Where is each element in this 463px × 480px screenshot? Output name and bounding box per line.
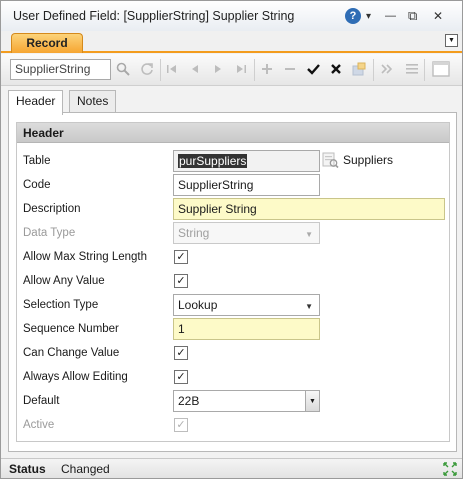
tab-content: Header Table purSuppliers Suppliers Code… xyxy=(8,112,457,452)
data-type-label: Data Type xyxy=(23,227,76,239)
table-label: Table xyxy=(23,155,51,167)
allow-max-string-length-label: Allow Max String Length xyxy=(23,251,148,263)
active-checkbox[interactable]: ✓ xyxy=(174,418,188,432)
data-type-value: String xyxy=(178,226,210,240)
can-change-value-label: Can Change Value xyxy=(23,347,120,359)
active-label: Active xyxy=(23,419,55,431)
description-label: Description xyxy=(23,203,81,215)
chevron-down-icon: ▼ xyxy=(305,302,313,311)
description-input[interactable]: Supplier String xyxy=(173,198,445,220)
table-field[interactable]: purSuppliers xyxy=(173,150,320,172)
allow-any-value-checkbox[interactable]: ✓ xyxy=(174,274,188,288)
selection-type-select[interactable]: Lookup ▼ xyxy=(173,294,320,316)
resize-grip-icon[interactable] xyxy=(442,461,458,477)
code-label: Code xyxy=(23,179,51,191)
title-bar: User Defined Field: [SupplierString] Sup… xyxy=(1,1,462,31)
remove-icon[interactable] xyxy=(282,61,298,77)
default-row: Default 22B ▼ xyxy=(17,390,449,414)
can-change-value-checkbox[interactable]: ✓ xyxy=(174,346,188,360)
default-label: Default xyxy=(23,395,60,407)
more-icon[interactable] xyxy=(379,61,395,77)
table-row: Table purSuppliers Suppliers xyxy=(17,150,449,174)
allow-max-string-length-checkbox[interactable]: ✓ xyxy=(174,250,188,264)
toolbar-separator xyxy=(424,59,425,81)
selection-type-label: Selection Type xyxy=(23,299,99,311)
help-icon: ? xyxy=(345,8,361,24)
next-record-icon[interactable] xyxy=(210,61,226,77)
add-icon[interactable] xyxy=(259,61,275,77)
check-icon: ✓ xyxy=(176,274,186,287)
data-type-row: Data Type String ▼ xyxy=(17,222,449,246)
allow-max-string-length-row: Allow Max String Length ✓ xyxy=(17,246,449,270)
always-allow-editing-checkbox[interactable]: ✓ xyxy=(174,370,188,384)
strip-menu-button[interactable]: ▼ xyxy=(445,34,458,47)
toolbar-separator xyxy=(373,59,374,81)
check-icon: ✓ xyxy=(176,418,186,431)
window-title: User Defined Field: [SupplierString] Sup… xyxy=(13,9,295,23)
toolbar-separator xyxy=(160,59,161,81)
first-record-icon[interactable] xyxy=(164,61,180,77)
status-bar: Status Changed xyxy=(1,458,462,478)
tag-icon[interactable] xyxy=(351,61,367,77)
user-defined-field-window: User Defined Field: [SupplierString] Sup… xyxy=(0,0,463,479)
default-select[interactable]: 22B ▼ xyxy=(173,390,320,412)
sequence-number-row: Sequence Number 1 xyxy=(17,318,449,342)
status-label: Status xyxy=(9,462,46,476)
check-icon: ✓ xyxy=(176,346,186,359)
chevron-down-icon: ▼ xyxy=(309,397,316,405)
last-record-icon[interactable] xyxy=(233,61,249,77)
chevron-down-icon: ▼ xyxy=(305,230,313,239)
always-allow-editing-label: Always Allow Editing xyxy=(23,371,128,383)
window-icon[interactable] xyxy=(431,61,451,77)
default-dropdown-button[interactable]: ▼ xyxy=(305,391,319,411)
chevron-down-icon: ▾ xyxy=(366,10,372,22)
chevron-down-icon: ▼ xyxy=(448,37,455,44)
always-allow-editing-row: Always Allow Editing ✓ xyxy=(17,366,449,390)
sequence-number-input[interactable]: 1 xyxy=(173,318,320,340)
lookup-table-icon xyxy=(321,151,339,169)
description-row: Description Supplier String xyxy=(17,198,449,222)
refresh-icon[interactable] xyxy=(139,61,155,77)
record-tab-strip: Record ▼ xyxy=(1,31,462,53)
minimize-button[interactable]: — xyxy=(385,8,396,24)
lookup-label: Suppliers xyxy=(343,153,394,167)
page-tabs: Header Notes xyxy=(1,86,462,115)
code-field[interactable]: SupplierString xyxy=(173,174,320,196)
allow-any-value-label: Allow Any Value xyxy=(23,275,105,287)
toolbar: SupplierString xyxy=(1,54,462,86)
search-icon[interactable] xyxy=(115,61,131,77)
check-icon: ✓ xyxy=(176,370,186,383)
check-icon: ✓ xyxy=(176,250,186,263)
default-value: 22B xyxy=(178,394,200,408)
sequence-number-label: Sequence Number xyxy=(23,323,119,335)
section-title: Header xyxy=(17,123,449,143)
record-search-input[interactable]: SupplierString xyxy=(10,59,111,80)
active-row: Active ✓ xyxy=(17,414,449,438)
previous-record-icon[interactable] xyxy=(187,61,203,77)
record-tab[interactable]: Record xyxy=(11,33,83,53)
tab-header[interactable]: Header xyxy=(8,90,64,115)
data-type-select[interactable]: String ▼ xyxy=(173,222,320,244)
selection-type-value: Lookup xyxy=(178,298,218,312)
help-dropdown-button[interactable]: ▾ xyxy=(366,8,371,24)
can-change-value-row: Can Change Value ✓ xyxy=(17,342,449,366)
toolbar-separator xyxy=(254,59,255,81)
allow-any-value-row: Allow Any Value ✓ xyxy=(17,270,449,294)
cancel-x-icon[interactable] xyxy=(328,61,344,77)
suppliers-lookup-link[interactable]: Suppliers xyxy=(321,151,393,169)
minimize-icon: — xyxy=(385,10,396,22)
restore-icon: ⧉ xyxy=(408,8,418,23)
help-button[interactable]: ? xyxy=(345,8,361,24)
list-icon[interactable] xyxy=(404,61,420,77)
code-row: Code SupplierString xyxy=(17,174,449,198)
close-icon: ✕ xyxy=(433,9,444,23)
selection-type-row: Selection Type Lookup ▼ xyxy=(17,294,449,318)
close-button[interactable]: ✕ xyxy=(433,8,443,24)
tab-notes[interactable]: Notes xyxy=(69,90,117,114)
save-check-icon[interactable] xyxy=(305,61,321,77)
header-section: Header Table purSuppliers Suppliers Code… xyxy=(16,122,450,442)
status-value: Changed xyxy=(61,462,110,476)
restore-button[interactable]: ⧉ xyxy=(408,8,417,24)
table-value: purSuppliers xyxy=(178,154,248,168)
